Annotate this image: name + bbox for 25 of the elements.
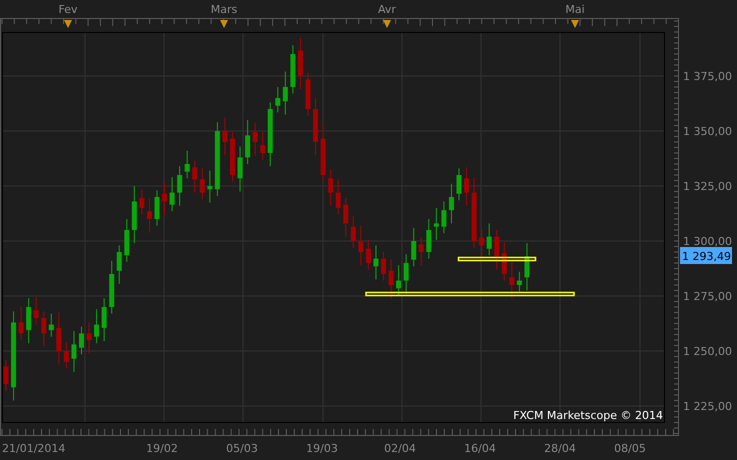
price-label: 1 275,00 <box>683 290 732 303</box>
current-price-tag: 1 293,49 <box>680 247 732 264</box>
price-label: 1 250,00 <box>683 345 732 358</box>
price-label: 1 225,00 <box>683 400 732 413</box>
date-label: 28/04 <box>544 442 576 455</box>
triangle-marker-icon <box>220 20 228 28</box>
month-label: Avr <box>378 3 396 16</box>
triangle-marker-icon <box>64 20 72 28</box>
date-label: 02/04 <box>384 442 416 455</box>
date-label: 21/01/2014 <box>2 442 66 455</box>
date-label: 08/05 <box>614 442 646 455</box>
triangle-marker-icon <box>571 20 579 28</box>
date-label: 19/02 <box>146 442 178 455</box>
price-label: 1 300,00 <box>683 235 732 248</box>
date-label: 16/04 <box>464 442 496 455</box>
date-label: 05/03 <box>226 442 258 455</box>
price-label: 1 350,00 <box>683 125 732 138</box>
date-label: 19/03 <box>306 442 338 455</box>
triangle-marker-icon <box>383 20 391 28</box>
month-label: Fev <box>58 3 78 16</box>
month-label: Mars <box>210 3 238 16</box>
price-label: 1 325,00 <box>683 180 732 193</box>
credit-text: FXCM Marketscope © 2014 <box>513 409 663 422</box>
month-label: Mai <box>565 3 585 16</box>
price-label: 1 375,00 <box>683 70 732 83</box>
